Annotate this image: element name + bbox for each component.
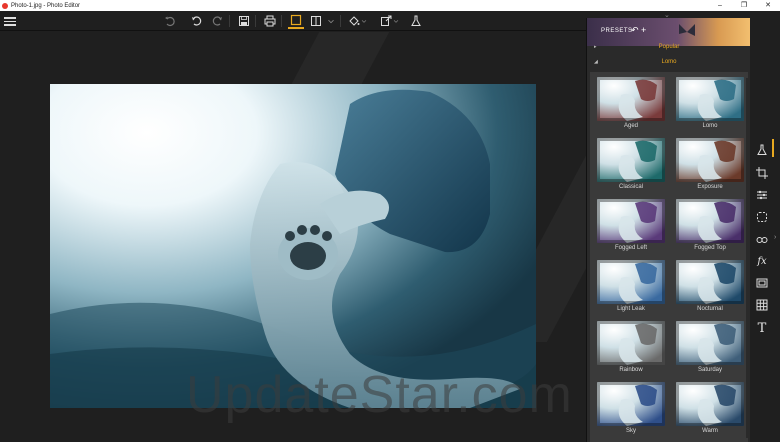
preset-label: Aged — [623, 123, 638, 129]
preset-label: Fogged Top — [694, 245, 726, 251]
preset-thumbnail — [676, 138, 744, 182]
preset-label: Sky — [625, 428, 636, 434]
preset-thumbnail — [676, 77, 744, 121]
frame-toggle-icon[interactable] — [288, 13, 304, 29]
preset-thumbnail — [676, 199, 744, 243]
panel-scrollbar[interactable] — [746, 78, 749, 438]
crop-icon[interactable] — [753, 164, 771, 182]
title-bar: Photo-1.jpg - Photo Editor – ❐ ✕ — [0, 0, 780, 11]
maximize-button[interactable]: ❐ — [732, 0, 756, 11]
preset-actions[interactable]: ↶ + — [631, 25, 646, 36]
preset-classical[interactable]: Classical — [595, 138, 667, 198]
preset-label: Warm — [702, 428, 718, 434]
preset-label: Lomo — [702, 123, 718, 129]
preset-label: Light Leak — [617, 306, 645, 312]
hamburger-menu-icon[interactable] — [4, 15, 16, 27]
photo-canvas[interactable]: UpdateStar.com — [0, 32, 586, 442]
preset-warm[interactable]: Warm — [674, 382, 746, 442]
glasses-icon[interactable] — [753, 230, 771, 248]
section-popular[interactable]: ▸ Popular — [587, 42, 751, 53]
chevron-down-icon[interactable] — [326, 13, 336, 29]
preset-fogged-left[interactable]: Fogged Left — [595, 199, 667, 259]
preset-lomo[interactable]: Lomo — [674, 77, 746, 137]
window-title: Photo-1.jpg - Photo Editor — [11, 2, 81, 9]
close-button[interactable]: ✕ — [756, 0, 780, 11]
preset-thumbnail — [597, 382, 665, 426]
preset-label: Rainbow — [619, 367, 643, 373]
presets-title: PRESETS — [601, 28, 633, 34]
expand-strip-icon[interactable]: › — [774, 234, 776, 241]
section-lomo[interactable]: ◢ Lomo — [587, 57, 751, 68]
preset-label: Nocturnal — [697, 306, 723, 312]
preset-label: Classical — [618, 184, 643, 190]
fx-icon[interactable]: fx — [753, 252, 771, 270]
save-icon[interactable] — [236, 13, 252, 29]
preset-thumbnail — [597, 199, 665, 243]
redo-back-icon[interactable] — [188, 13, 204, 29]
preset-aged[interactable]: Aged — [595, 77, 667, 137]
adjust-icon[interactable] — [753, 186, 771, 204]
undo-icon[interactable] — [162, 13, 178, 29]
watermark-text: UpdateStar.com — [186, 366, 573, 424]
preset-light-leak[interactable]: Light Leak — [595, 260, 667, 320]
print-icon[interactable] — [262, 13, 278, 29]
preset-label: Exposure — [697, 184, 723, 190]
preset-label: Saturday — [697, 367, 722, 373]
edited-photo[interactable] — [50, 84, 536, 408]
preset-rainbow[interactable]: Rainbow — [595, 321, 667, 381]
texture-icon[interactable] — [753, 296, 771, 314]
flask-icon[interactable] — [753, 141, 771, 159]
frame-icon[interactable] — [753, 274, 771, 292]
presets-grid: Aged Lomo Classical Exposure Fogged Left Fogg… — [590, 72, 748, 442]
preset-exposure[interactable]: Exposure — [674, 138, 746, 198]
preset-nocturnal[interactable]: Nocturnal — [674, 260, 746, 320]
presets-panel: PRESETS ↶ + ▸ Popular ◢ Lomo Aged Lomo Cla… — [586, 18, 751, 442]
preset-thumbnail — [676, 321, 744, 365]
flask-icon[interactable] — [408, 13, 424, 29]
text-icon[interactable]: T — [753, 319, 771, 337]
preset-label: Fogged Left — [614, 245, 648, 251]
chevron-down-icon[interactable] — [392, 13, 400, 29]
preset-thumbnail — [597, 138, 665, 182]
tool-strip: fx T › — [750, 18, 780, 442]
minimize-button[interactable]: – — [708, 0, 732, 11]
preset-saturday[interactable]: Saturday — [674, 321, 746, 381]
compare-icon[interactable] — [308, 13, 324, 29]
preset-thumbnail — [597, 260, 665, 304]
redo-icon[interactable] — [210, 13, 226, 29]
preset-thumbnail — [676, 382, 744, 426]
preset-sky[interactable]: Sky — [595, 382, 667, 442]
preset-thumbnail — [597, 321, 665, 365]
preset-fogged-top[interactable]: Fogged Top — [674, 199, 746, 259]
chevron-down-icon[interactable] — [360, 13, 368, 29]
active-tool-indicator — [772, 139, 774, 157]
preset-thumbnail — [676, 260, 744, 304]
preset-thumbnail — [597, 77, 665, 121]
selection-icon[interactable] — [753, 208, 771, 226]
app-icon — [2, 2, 8, 9]
